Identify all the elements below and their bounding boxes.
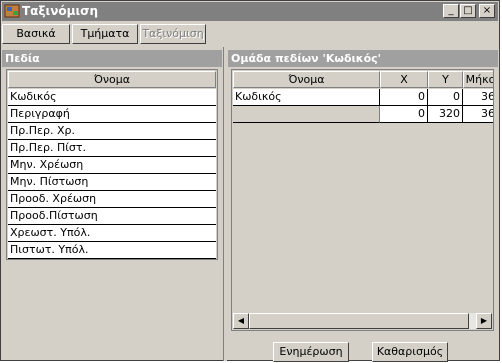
table-cell[interactable]: 0	[380, 89, 428, 106]
tab-sorting: Ταξινόμιση	[140, 24, 206, 44]
list-item[interactable]: Περιγραφή	[8, 106, 216, 123]
tab-basic[interactable]: Βασικά	[2, 24, 70, 44]
window-title: Ταξινόμιση	[22, 4, 99, 18]
table-cell[interactable]: 36	[463, 106, 493, 123]
list-item[interactable]: Μην. Πίστωση	[8, 174, 216, 191]
scroll-right-icon[interactable]: ▶	[476, 313, 492, 329]
column-header-y[interactable]: Y	[428, 71, 463, 88]
fields-column-header[interactable]: Όνομα	[8, 71, 216, 88]
list-item[interactable]: Προοδ. Χρέωση	[8, 191, 216, 208]
column-header-length[interactable]: Μήκο	[463, 71, 493, 88]
table-cell[interactable]: Κωδικός	[233, 89, 380, 106]
fields-panel-title: Πεδία	[2, 50, 222, 67]
update-button[interactable]: Ενημέρωση	[273, 342, 349, 362]
field-group-grid: Όνομα X Y Μήκο Κωδικός 0 0 36 0 320 36 ◀…	[231, 69, 494, 331]
scroll-left-icon[interactable]: ◀	[233, 313, 249, 329]
title-bar[interactable]: Ταξινόμιση _ □ ×	[2, 2, 498, 21]
panel-splitter[interactable]	[223, 47, 227, 361]
table-cell[interactable]: 36	[463, 89, 493, 106]
tab-departments[interactable]: Τμήματα	[72, 24, 138, 44]
list-item[interactable]: Πρ.Περ. Χρ.	[8, 123, 216, 140]
field-group-panel-title: Ομάδα πεδίων 'Κωδικός'	[228, 50, 498, 67]
fields-list: Όνομα Κωδικός Περιγραφή Πρ.Περ. Χρ. Πρ.Π…	[6, 69, 218, 260]
clear-button[interactable]: Καθαρισμός	[372, 342, 448, 362]
app-icon	[4, 3, 20, 19]
list-item[interactable]: Πρ.Περ. Πίστ.	[8, 140, 216, 157]
table-cell[interactable]: 0	[380, 106, 428, 123]
scrollbar-thumb[interactable]	[249, 313, 469, 329]
column-header-x[interactable]: X	[380, 71, 428, 88]
minimize-button[interactable]: _	[443, 4, 459, 18]
list-item[interactable]: Προοδ.Πίστωση	[8, 208, 216, 225]
table-cell[interactable]	[233, 106, 380, 123]
horizontal-scrollbar[interactable]: ◀ ▶	[233, 313, 492, 329]
list-item[interactable]: Κωδικός	[8, 89, 216, 106]
close-button[interactable]: ×	[479, 4, 495, 18]
table-cell[interactable]: 0	[428, 89, 463, 106]
app-window: Ταξινόμιση _ □ × Βασικά Τμήματα Ταξινόμι…	[0, 0, 500, 362]
table-cell[interactable]: 320	[428, 106, 463, 123]
maximize-button[interactable]: □	[460, 4, 476, 18]
list-item[interactable]: Μην. Χρέωση	[8, 157, 216, 174]
column-header-name[interactable]: Όνομα	[233, 71, 380, 88]
list-item[interactable]: Πιστωτ. Υπόλ.	[8, 242, 216, 259]
list-item[interactable]: Χρεωστ. Υπόλ.	[8, 225, 216, 242]
